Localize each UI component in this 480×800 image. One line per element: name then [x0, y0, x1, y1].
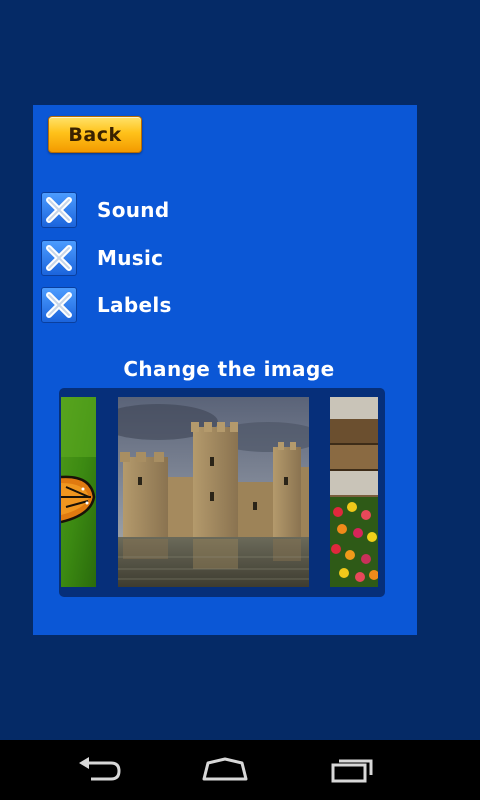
- recents-nav-button[interactable]: [322, 750, 382, 790]
- back-nav-button[interactable]: [70, 750, 130, 790]
- x-mark-icon: [46, 197, 72, 223]
- labels-label: Labels: [97, 293, 172, 317]
- butterfly-image[interactable]: [61, 397, 96, 587]
- labels-checkbox[interactable]: [41, 287, 77, 323]
- back-arrow-icon: [79, 757, 121, 781]
- option-labels[interactable]: Labels: [41, 286, 172, 324]
- x-mark-icon: [46, 245, 72, 271]
- castle-image[interactable]: [118, 397, 309, 587]
- change-image-title: Change the image: [123, 357, 335, 381]
- sound-checkbox[interactable]: [41, 192, 77, 228]
- recent-apps-icon: [331, 759, 373, 783]
- back-button[interactable]: Back: [48, 116, 142, 153]
- home-icon: [202, 757, 248, 781]
- system-nav-bar: [0, 740, 480, 800]
- option-sound[interactable]: Sound: [41, 191, 169, 229]
- home-nav-button[interactable]: [195, 750, 255, 790]
- option-music[interactable]: Music: [41, 239, 163, 277]
- music-checkbox[interactable]: [41, 240, 77, 276]
- sound-label: Sound: [97, 198, 170, 222]
- settings-screen: Back Sound Music Labels Change the image: [0, 0, 480, 800]
- settings-panel: Back Sound Music Labels Change the image: [33, 105, 417, 635]
- image-carousel[interactable]: [59, 388, 385, 597]
- flowers-image[interactable]: [330, 397, 378, 587]
- music-label: Music: [97, 246, 164, 270]
- x-mark-icon: [46, 292, 72, 318]
